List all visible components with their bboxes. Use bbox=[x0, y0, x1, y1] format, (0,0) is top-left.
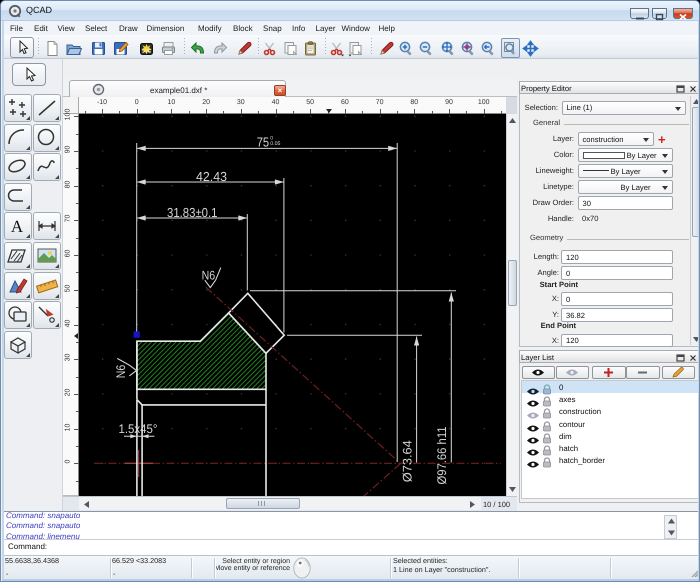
svg-text:0.05: 0.05 bbox=[270, 141, 280, 147]
svg-text:Ø73.64: Ø73.64 bbox=[400, 440, 414, 482]
svg-text:75: 75 bbox=[257, 134, 269, 149]
svg-text:N6: N6 bbox=[202, 268, 216, 282]
svg-text:1.5x45°: 1.5x45° bbox=[119, 422, 158, 436]
svg-text:N6: N6 bbox=[114, 365, 128, 379]
svg-text:Ø97.66 h11: Ø97.66 h11 bbox=[435, 426, 449, 484]
svg-text:SVG: SVG bbox=[142, 48, 152, 53]
svg-text:A: A bbox=[11, 217, 24, 236]
svg-text:31.83±0.1: 31.83±0.1 bbox=[167, 205, 218, 220]
svg-text:42.43: 42.43 bbox=[196, 169, 227, 184]
